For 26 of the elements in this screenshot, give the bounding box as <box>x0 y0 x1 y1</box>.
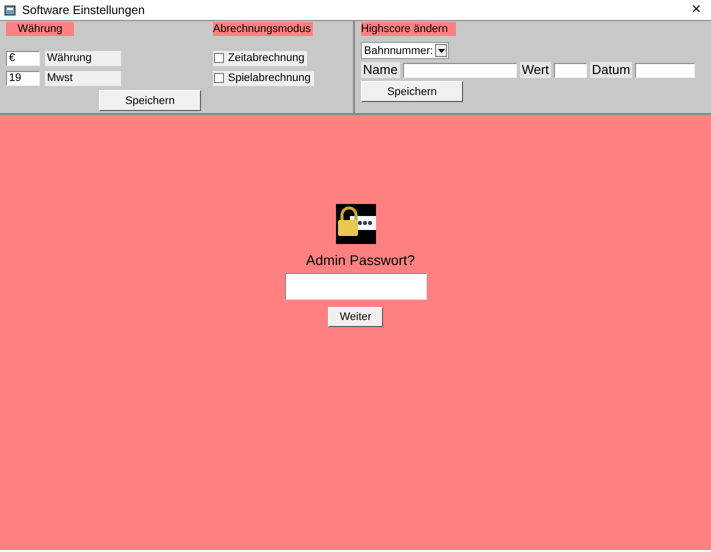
input-field[interactable] <box>635 62 696 78</box>
continue-button[interactable]: Weiter <box>328 307 383 327</box>
input-field[interactable]: € <box>6 50 40 66</box>
field-label: Währung <box>45 50 121 66</box>
field-label: Datum <box>590 62 632 78</box>
checkbox[interactable]: Zeitabrechnung <box>213 50 308 66</box>
section-header: Highscore ändern <box>361 22 456 36</box>
checkbox[interactable]: Spielabrechnung <box>213 70 314 86</box>
input-field[interactable] <box>554 62 587 78</box>
save-button[interactable]: Speichern <box>99 90 201 111</box>
input-field[interactable] <box>402 62 517 78</box>
password-field[interactable] <box>284 273 426 300</box>
caret-icon <box>438 48 444 52</box>
field-label: Name <box>361 62 400 78</box>
app-icon <box>4 4 16 16</box>
close-button[interactable]: × <box>686 1 707 19</box>
input-field[interactable]: 19 <box>6 70 40 86</box>
save-button[interactable]: Speichern <box>361 81 463 102</box>
lock-icon <box>336 204 376 244</box>
dropdown[interactable]: Bahnnummer: <box>361 42 449 59</box>
window-title: Software Einstellungen <box>22 3 146 17</box>
field-label: Mwst <box>45 70 121 86</box>
field-label: Wert <box>520 62 551 78</box>
password-prompt: Admin Passwort? <box>306 252 415 268</box>
section-header: Abrechnungsmodus <box>213 22 313 36</box>
section-header: Währung <box>6 22 74 36</box>
